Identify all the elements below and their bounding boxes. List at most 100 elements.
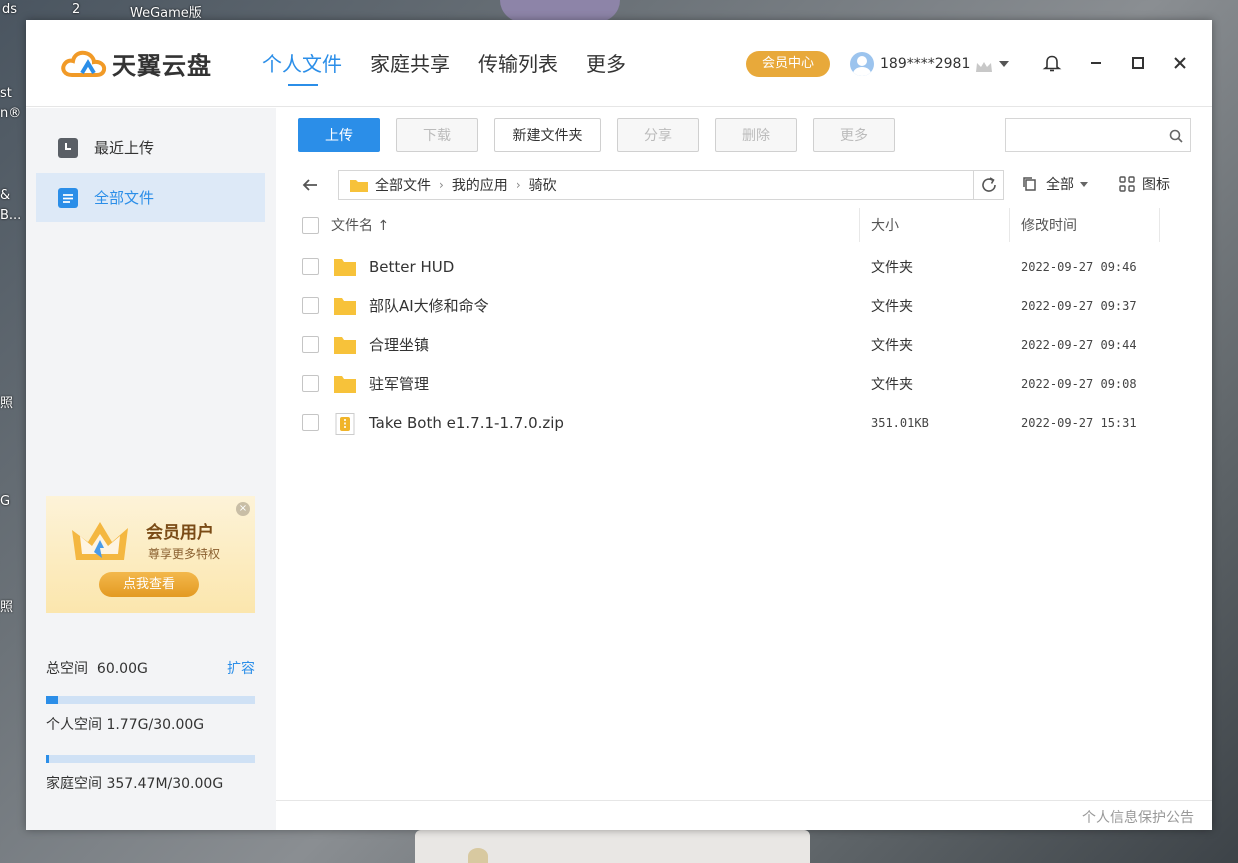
desktop-label[interactable]: 2 bbox=[72, 2, 80, 17]
refresh-icon[interactable] bbox=[974, 170, 1004, 200]
privacy-notice-link[interactable]: 个人信息保护公告 bbox=[1082, 807, 1194, 827]
folder-icon bbox=[333, 296, 357, 316]
view-mode-toggle[interactable]: 图标 bbox=[1118, 174, 1170, 194]
family-storage-value: 357.47M/30.00G bbox=[106, 776, 224, 792]
desktop-label[interactable]: st bbox=[0, 86, 12, 101]
header-name[interactable]: 文件名 ↑ bbox=[331, 215, 389, 235]
file-time: 2022-09-27 09:08 bbox=[1021, 376, 1137, 391]
file-name: 合理坐镇 bbox=[369, 336, 430, 354]
avatar bbox=[850, 52, 874, 76]
file-name: Take Both e1.7.1-1.7.0.zip bbox=[369, 413, 564, 432]
family-storage-label: 家庭空间 357.47M/30.00G bbox=[46, 773, 226, 793]
table-row[interactable]: 部队AI大修和命令 文件夹 2022-09-27 09:37 bbox=[298, 286, 1192, 325]
search-icon[interactable] bbox=[1169, 128, 1183, 143]
desktop-label[interactable]: G bbox=[0, 494, 10, 509]
search-input[interactable] bbox=[1005, 118, 1191, 152]
family-storage-bar bbox=[46, 755, 255, 763]
personal-storage-bar bbox=[46, 696, 255, 704]
main-nav: 个人文件 家庭共享 传输列表 更多 bbox=[262, 50, 654, 86]
select-all-checkbox[interactable] bbox=[302, 216, 319, 234]
app-logo[interactable]: 天翼云盘 bbox=[60, 46, 212, 81]
family-storage-fill bbox=[46, 755, 49, 763]
desktop-label[interactable]: n® bbox=[0, 106, 21, 121]
desktop-label[interactable]: WeGame版 bbox=[130, 2, 202, 21]
column-divider[interactable] bbox=[1009, 208, 1010, 242]
file-name: 部队AI大修和命令 bbox=[369, 297, 489, 315]
header-size[interactable]: 大小 bbox=[871, 215, 899, 235]
vip-center-button[interactable]: 会员中心 bbox=[746, 51, 830, 77]
desktop-label[interactable]: ds bbox=[2, 2, 17, 17]
folder-icon bbox=[333, 257, 357, 277]
nav-tab-more[interactable]: 更多 bbox=[586, 50, 626, 82]
sidebar-item-recent-uploads[interactable]: 最近上传 bbox=[36, 123, 265, 172]
folder-icon bbox=[333, 374, 357, 394]
header-time[interactable]: 修改时间 bbox=[1021, 215, 1077, 235]
sidebar: 最近上传 全部文件 × 会员用户 尊享更多特权 点我查看 总空间 60.00G bbox=[26, 108, 276, 830]
nav-tab-personal-files[interactable]: 个人文件 bbox=[262, 50, 342, 86]
nav-tab-transfer-list[interactable]: 传输列表 bbox=[478, 50, 558, 82]
download-button[interactable]: 下载 bbox=[396, 118, 478, 152]
desktop-label[interactable]: B... bbox=[0, 208, 21, 223]
copy-icon bbox=[1023, 177, 1036, 191]
file-size: 文件夹 bbox=[871, 298, 913, 315]
maximize-icon[interactable] bbox=[1126, 51, 1150, 75]
table-row[interactable]: 合理坐镇 文件夹 2022-09-27 09:44 bbox=[298, 325, 1192, 364]
filter-dropdown[interactable]: 全部 bbox=[1022, 174, 1088, 194]
close-icon[interactable] bbox=[1168, 51, 1192, 75]
table-header: 文件名 ↑ 大小 修改时间 bbox=[298, 208, 1192, 242]
desktop-deco bbox=[468, 848, 488, 863]
back-arrow-icon[interactable] bbox=[298, 173, 322, 197]
recent-upload-icon bbox=[58, 137, 78, 158]
all-files-icon bbox=[58, 187, 78, 208]
desktop-label[interactable]: & bbox=[0, 188, 10, 203]
row-checkbox[interactable] bbox=[302, 375, 319, 392]
column-divider[interactable] bbox=[859, 208, 860, 242]
file-name: Better HUD bbox=[369, 257, 455, 276]
vip-promo-card[interactable]: × 会员用户 尊享更多特权 点我查看 bbox=[46, 496, 255, 613]
user-menu[interactable]: 189****2981 bbox=[850, 51, 1010, 77]
new-folder-button[interactable]: 新建文件夹 bbox=[494, 118, 601, 152]
upload-button[interactable]: 上传 bbox=[298, 118, 380, 152]
file-time: 2022-09-27 09:44 bbox=[1021, 337, 1137, 352]
promo-title: 会员用户 bbox=[146, 523, 214, 543]
breadcrumb-item[interactable]: 全部文件 bbox=[375, 175, 431, 195]
family-storage-title: 家庭空间 bbox=[46, 776, 102, 792]
path-bar: 全部文件 › 我的应用 › 骑砍 bbox=[298, 170, 1004, 200]
row-checkbox[interactable] bbox=[302, 258, 319, 275]
breadcrumb-item[interactable]: 骑砍 bbox=[529, 175, 557, 195]
desktop-label[interactable]: 照 bbox=[0, 596, 13, 615]
expand-storage-link[interactable]: 扩容 bbox=[227, 658, 255, 678]
row-checkbox[interactable] bbox=[302, 414, 319, 431]
row-checkbox[interactable] bbox=[302, 336, 319, 353]
file-size: 文件夹 bbox=[871, 376, 913, 393]
user-name: 189****2981 bbox=[880, 56, 971, 72]
sidebar-item-all-files[interactable]: 全部文件 bbox=[36, 173, 265, 222]
desktop-label[interactable]: 照 bbox=[0, 392, 13, 411]
file-size: 351.01KB bbox=[871, 415, 929, 430]
promo-view-button[interactable]: 点我查看 bbox=[99, 572, 199, 597]
nav-tab-family-share[interactable]: 家庭共享 bbox=[370, 50, 450, 82]
file-name: 驻军管理 bbox=[369, 375, 430, 393]
table-row[interactable]: Better HUD 文件夹 2022-09-27 09:46 bbox=[298, 247, 1192, 286]
sidebar-item-label: 全部文件 bbox=[94, 189, 155, 207]
minimize-icon[interactable] bbox=[1084, 51, 1108, 75]
file-size: 文件夹 bbox=[871, 337, 913, 354]
vip-crown-icon bbox=[68, 514, 138, 570]
share-button[interactable]: 分享 bbox=[617, 118, 699, 152]
delete-button[interactable]: 删除 bbox=[715, 118, 797, 152]
promo-close-button[interactable]: × bbox=[236, 502, 250, 516]
table-row[interactable]: Take Both e1.7.1-1.7.0.zip 351.01KB 2022… bbox=[298, 403, 1192, 442]
table-row[interactable]: 驻军管理 文件夹 2022-09-27 09:08 bbox=[298, 364, 1192, 403]
bell-icon[interactable] bbox=[1040, 51, 1064, 75]
breadcrumb: 全部文件 › 我的应用 › 骑砍 bbox=[338, 170, 974, 200]
column-divider[interactable] bbox=[1159, 208, 1160, 242]
footer: 个人信息保护公告 bbox=[276, 800, 1212, 830]
chevron-down-icon bbox=[1080, 181, 1088, 187]
grid-icon bbox=[1119, 176, 1135, 192]
folder-icon bbox=[333, 335, 357, 355]
row-checkbox[interactable] bbox=[302, 297, 319, 314]
breadcrumb-item[interactable]: 我的应用 bbox=[452, 175, 508, 195]
promo-subtitle: 尊享更多特权 bbox=[148, 547, 221, 561]
more-button[interactable]: 更多 bbox=[813, 118, 895, 152]
toolbar: 上传 下载 新建文件夹 分享 删除 更多 bbox=[298, 118, 911, 152]
